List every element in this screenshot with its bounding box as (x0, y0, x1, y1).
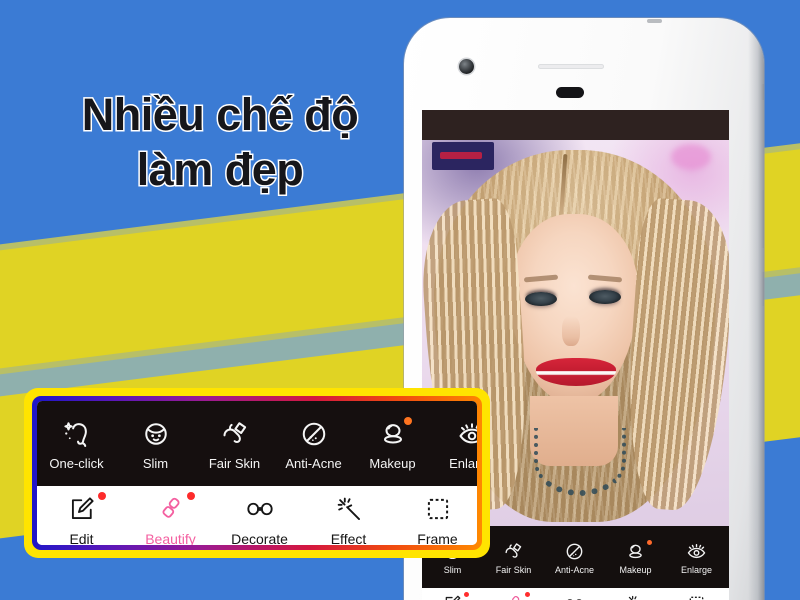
subject-eye-left (525, 292, 557, 306)
phone-main-tool-frame[interactable]: Frame (666, 592, 727, 600)
main-tool-label: Frame (417, 530, 458, 546)
beautify-tool-label: Makeup (369, 456, 416, 471)
beautify-tool-makeup[interactable]: Makeup (353, 416, 432, 471)
earpiece-speaker (538, 64, 604, 69)
app-top-bar (422, 110, 729, 140)
makeup-puff-icon (353, 416, 432, 452)
main-tool-edit[interactable]: Edit (37, 491, 126, 546)
phone-edge-sheen (748, 18, 764, 600)
beautify-tool-label: Fair Skin (208, 456, 261, 471)
phone-main-tool-edit[interactable]: Edit (422, 591, 483, 600)
headline: Nhiều chế độ làm đẹp (40, 88, 400, 198)
dashed-frame-icon (393, 491, 477, 527)
main-tool-beautify[interactable]: Beautify (126, 491, 215, 546)
phone-top-slot (647, 19, 662, 23)
front-camera-icon (459, 59, 474, 74)
phone-beautify-tool-fair-skin[interactable]: Fair Skin (483, 540, 544, 575)
main-tool-effect[interactable]: Effect (304, 491, 393, 546)
eye-enlarge-icon (432, 416, 477, 452)
subject-necklace (534, 428, 626, 496)
beautify-tool-label: Slim (142, 456, 169, 471)
phone-main-tool-effect[interactable]: Effect (605, 592, 666, 600)
callout-body: One-click Slim Fair Skin Anti-Acne Makeup Enl… (37, 401, 477, 545)
beautify-tool-label: Anti-Acne (285, 456, 342, 471)
callout-overlay: One-click Slim Fair Skin Anti-Acne Makeup Enl… (24, 388, 490, 558)
magic-wand-icon (304, 491, 393, 527)
makeup-puff-icon (605, 540, 666, 563)
beautify-tool-fair-skin[interactable]: Fair Skin (195, 416, 274, 471)
subject-nose (562, 316, 580, 346)
beautify-toolbar[interactable]: One-click Slim Fair Skin Anti-Acne Makeup Enl… (37, 401, 477, 486)
notification-badge (98, 491, 106, 500)
photo-backdrop-sign (432, 142, 494, 170)
sparkle-face-icon (37, 416, 116, 452)
no-acne-circle-icon (274, 416, 353, 452)
magic-wand-icon (605, 592, 666, 600)
beautify-tool-enlarge[interactable]: Enlarge (432, 416, 477, 471)
edit-pencil-icon (422, 592, 483, 600)
beautify-tool-slim[interactable]: Slim (116, 416, 195, 471)
main-toolbar[interactable]: Edit Beautify Decorate Effect Frame (37, 486, 477, 545)
notification-badge (464, 591, 469, 597)
round-face-icon (116, 416, 195, 452)
beautify-tool-label: Enlarge (449, 456, 477, 471)
notification-badge (404, 417, 412, 425)
notification-badge (187, 491, 195, 500)
headline-line-1: Nhiều chế độ (80, 88, 360, 142)
photo-backdrop-blur (671, 144, 711, 170)
bow-tie-icon (215, 491, 304, 527)
main-tool-frame[interactable]: Frame (393, 491, 477, 546)
edit-pencil-icon (37, 491, 126, 527)
phone-beautify-tool-label: Enlarge (680, 564, 713, 575)
phone-main-tool-decorate[interactable]: Decorate (544, 592, 605, 600)
promo-banner: Nhiều chế độ làm đẹp Slim Fair Skin Anti… (0, 0, 800, 600)
bow-tie-icon (544, 592, 605, 600)
phone-beautify-tool-label: Slim (443, 564, 462, 575)
notification-badge (525, 591, 530, 597)
beautify-tool-anti-acne[interactable]: Anti-Acne (274, 416, 353, 471)
phone-beautify-tool-enlarge[interactable]: Enlarge (666, 540, 727, 575)
dashed-frame-icon (666, 592, 727, 600)
lipstick-icon (483, 592, 544, 600)
eye-enlarge-icon (666, 540, 727, 563)
callout-gradient-border: One-click Slim Fair Skin Anti-Acne Makeup Enl… (32, 396, 482, 550)
phone-beautify-tool-label: Anti-Acne (554, 564, 595, 575)
beautify-tool-one-click[interactable]: One-click (37, 416, 116, 471)
notification-badge (647, 539, 652, 545)
beautify-tool-label: One-click (49, 456, 104, 471)
main-tool-label: Decorate (231, 530, 288, 546)
subject-eye-right (589, 290, 621, 304)
no-acne-circle-icon (544, 540, 605, 563)
phone-beautify-tool-label: Fair Skin (495, 564, 532, 575)
main-tool-decorate[interactable]: Decorate (215, 491, 304, 546)
lipstick-icon (126, 491, 215, 527)
main-tool-label: Beautify (145, 530, 196, 546)
main-tool-label: Edit (69, 530, 94, 546)
phone-main-tool-beautify[interactable]: Beautify (483, 591, 544, 600)
main-tool-label: Effect (330, 530, 367, 546)
phone-beautify-tool-label: Makeup (619, 564, 652, 575)
sensor-pill (556, 87, 584, 98)
phone-beautify-tool-anti-acne[interactable]: Anti-Acne (544, 540, 605, 575)
skin-tone-icon (195, 416, 274, 452)
skin-tone-icon (483, 540, 544, 563)
phone-main-toolbar[interactable]: EditBeautifyDecorateEffectFrame (422, 588, 729, 600)
headline-line-2: làm đẹp (135, 142, 305, 196)
phone-beautify-tool-makeup[interactable]: Makeup (605, 539, 666, 575)
